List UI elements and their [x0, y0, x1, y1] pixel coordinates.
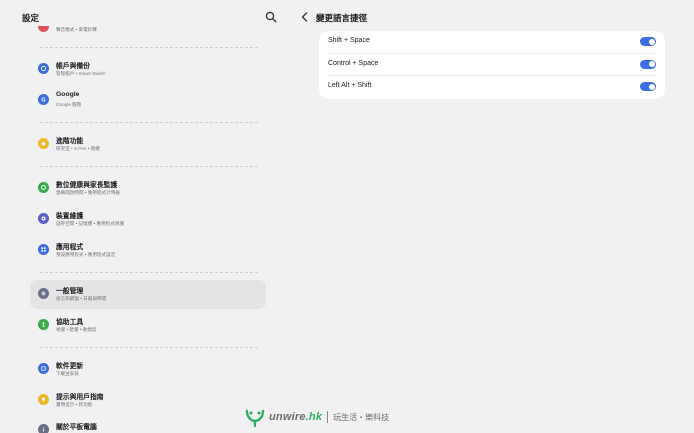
unwire-brand: unwire.hk [269, 411, 323, 423]
page-title: 變更語言捷徑 [316, 13, 368, 23]
menu-item-label: 數位健康與家長監護 [56, 182, 118, 189]
star-icon [38, 138, 49, 149]
menu-item-sub: 下載並安裝 [56, 370, 79, 376]
menu-item-label: 裝置維護 [56, 213, 84, 220]
apps-grid-icon [38, 244, 49, 255]
menu-item-digital-wellbeing[interactable]: 數位健康與家長監護 螢幕開啟時間 • 應用程式計時器 [30, 174, 266, 203]
menu-item-label: 協助工具 [56, 319, 84, 326]
section-divider [40, 47, 258, 48]
menu-item-sub: 管理帳戶 • Smart Switch [56, 70, 106, 76]
lightbulb-icon [38, 394, 49, 405]
menu-item-sub: 預設應用程式 • 應用程式設定 [56, 251, 116, 257]
menu-item-advanced-features[interactable]: 進階功能 研究室 • S Pen • 側鍵 [30, 130, 266, 159]
menu-item-sub: 語言和鍵盤 • 日期與時間 [56, 295, 107, 301]
update-icon [38, 363, 49, 374]
section-divider [40, 272, 258, 273]
menu-item-apps[interactable]: 應用程式 預設應用程式 • 應用程式設定 [30, 236, 266, 265]
settings-title: 設定 [22, 13, 40, 23]
menu-item-general-management[interactable]: 一般管理 語言和鍵盤 • 日期與時間 [30, 280, 266, 309]
menu-item-google[interactable]: G Google Google 服務 [30, 86, 266, 115]
menu-item-label: 提示與用戶指南 [56, 394, 104, 401]
unwire-slogan: 玩生活・樂科技 [333, 412, 390, 422]
menu-item-sub: 螢幕開啟時間 • 應用程式計時器 [56, 189, 120, 195]
device-care-icon [38, 213, 49, 224]
section-divider [40, 166, 258, 167]
section-divider [40, 122, 258, 123]
menu-item-sub: 實用提示 • 新功能 [56, 401, 93, 407]
menu-item-label: 應用程式 [56, 244, 84, 251]
menu-item-label: Google [56, 91, 80, 98]
menu-item-sub: 聲音模式 • 來電鈴聲 [56, 27, 97, 32]
shortcut-row-shift-space[interactable]: Shift + Space [319, 31, 665, 54]
menu-item-tips-guide[interactable]: 提示與用戶指南 實用提示 • 新功能 [30, 386, 266, 415]
menu-item-label: 一般管理 [56, 288, 84, 295]
sliders-icon [38, 288, 49, 299]
shortcut-toggle[interactable] [640, 82, 656, 91]
shortcut-row-left-alt-shift[interactable]: Left Alt + Shift [319, 76, 665, 99]
shortcut-label: Left Alt + Shift [328, 82, 372, 89]
menu-item-about-tablet[interactable]: 關於平板電腦 [30, 416, 266, 433]
watermark-divider [327, 411, 329, 423]
menu-item-software-update[interactable]: 軟件更新 下載並安裝 [30, 355, 266, 384]
accessibility-icon [38, 319, 49, 330]
menu-item-label: 軟件更新 [56, 363, 84, 370]
unwire-watermark: unwire.hk 玩生活・樂科技 [244, 407, 389, 427]
shortcut-row-control-space[interactable]: Control + Space [319, 54, 665, 76]
language-shortcut-panel: 變更語言捷徑 Shift + Space Control + Space Lef… [290, 0, 694, 433]
google-icon: G [38, 94, 49, 105]
menu-item-sub: 研究室 • S Pen • 側鍵 [56, 145, 100, 151]
shortcut-label: Shift + Space [328, 37, 370, 44]
shortcut-toggle[interactable] [640, 59, 656, 69]
shortcut-toggle[interactable] [640, 37, 656, 46]
svg-text:G: G [41, 98, 46, 103]
menu-item-label: 帳戶與備份 [56, 63, 90, 70]
menu-item-sub: Google 服務 [56, 101, 82, 107]
menu-item-label: 關於平板電腦 [56, 424, 97, 431]
back-arrow-icon[interactable] [300, 11, 310, 23]
menu-item-device-care[interactable]: 裝置維護 儲存空間 • 記憶體 • 應用程式保護 [30, 205, 266, 234]
menu-item-sub: 儲存空間 • 記憶體 • 應用程式保護 [56, 220, 125, 226]
info-icon [38, 424, 49, 433]
section-divider [40, 347, 258, 348]
shortcut-list-card: Shift + Space Control + Space Left Alt +… [319, 31, 665, 99]
cloud-sync-icon [38, 63, 49, 74]
unwire-logo-icon [245, 409, 265, 427]
sounds-icon [38, 26, 49, 32]
shortcut-label: Control + Space [328, 59, 379, 67]
settings-sidebar: 設定 聲音模式 • 來電鈴聲 帳戶與備份 管理帳戶 • Smart Switch… [0, 0, 290, 433]
menu-item-accounts-backup[interactable]: 帳戶與備份 管理帳戶 • Smart Switch [30, 55, 266, 84]
menu-item-label: 進階功能 [56, 138, 84, 145]
menu-item-accessibility[interactable]: 協助工具 視覺 • 聽覺 • 敏捷度 [30, 311, 266, 340]
heart-icon [38, 182, 49, 193]
search-icon[interactable] [265, 11, 277, 23]
menu-item-sub: 視覺 • 聽覺 • 敏捷度 [56, 326, 97, 332]
